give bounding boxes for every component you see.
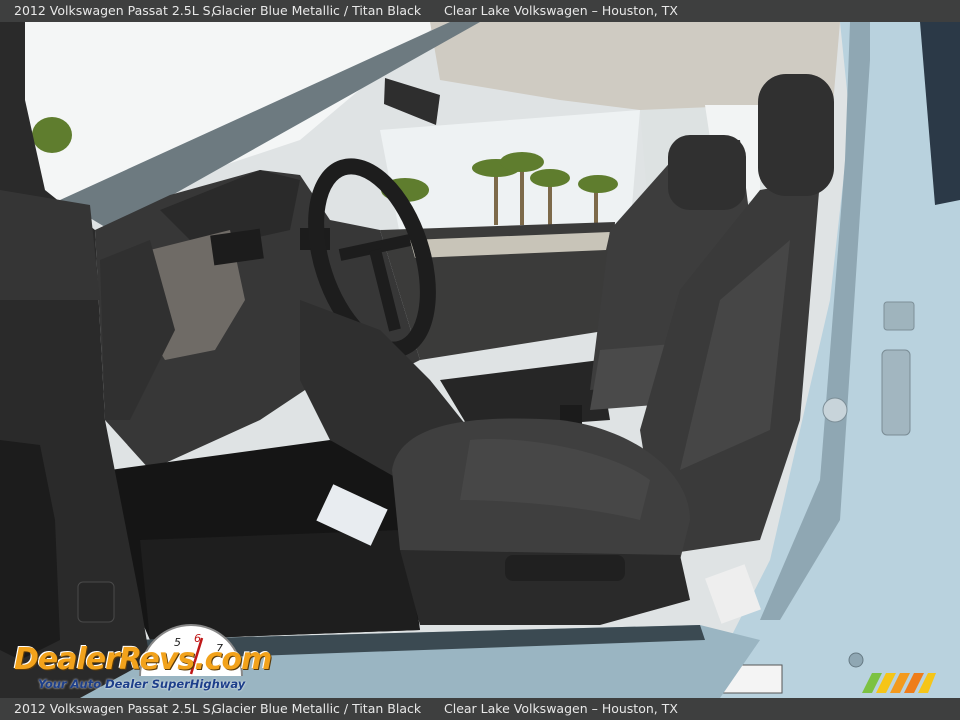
bottom-caption-bar: 2012 Volkswagen Passat 2.5L S, Glacier B… <box>0 698 960 720</box>
vehicle-color-label-bottom: Glacier Blue Metallic / Titan Black <box>212 701 422 716</box>
dealerrevs-watermark: 4 5 6 7 DealerRevs.com Your Auto Dealer … <box>12 624 272 696</box>
watermark-tagline: Your Auto Dealer SuperHighway <box>38 677 246 691</box>
vehicle-model-label: 2012 Volkswagen Passat 2.5L S, <box>14 3 215 18</box>
car-interior-photo <box>0 0 960 720</box>
dealer-label-bottom: Clear Lake Volkswagen – Houston, TX <box>444 701 678 716</box>
vehicle-model-label-bottom: 2012 Volkswagen Passat 2.5L S, <box>14 701 215 716</box>
watermark-brand: DealerRevs.com <box>14 642 272 677</box>
photo-frame: 2012 Volkswagen Passat 2.5L S, Glacier B… <box>0 0 960 720</box>
vehicle-color-label: Glacier Blue Metallic / Titan Black <box>212 3 422 18</box>
speed-stripes-logo-icon <box>862 673 936 693</box>
dealer-label: Clear Lake Volkswagen – Houston, TX <box>444 3 678 18</box>
top-caption-bar: 2012 Volkswagen Passat 2.5L S, Glacier B… <box>0 0 960 22</box>
